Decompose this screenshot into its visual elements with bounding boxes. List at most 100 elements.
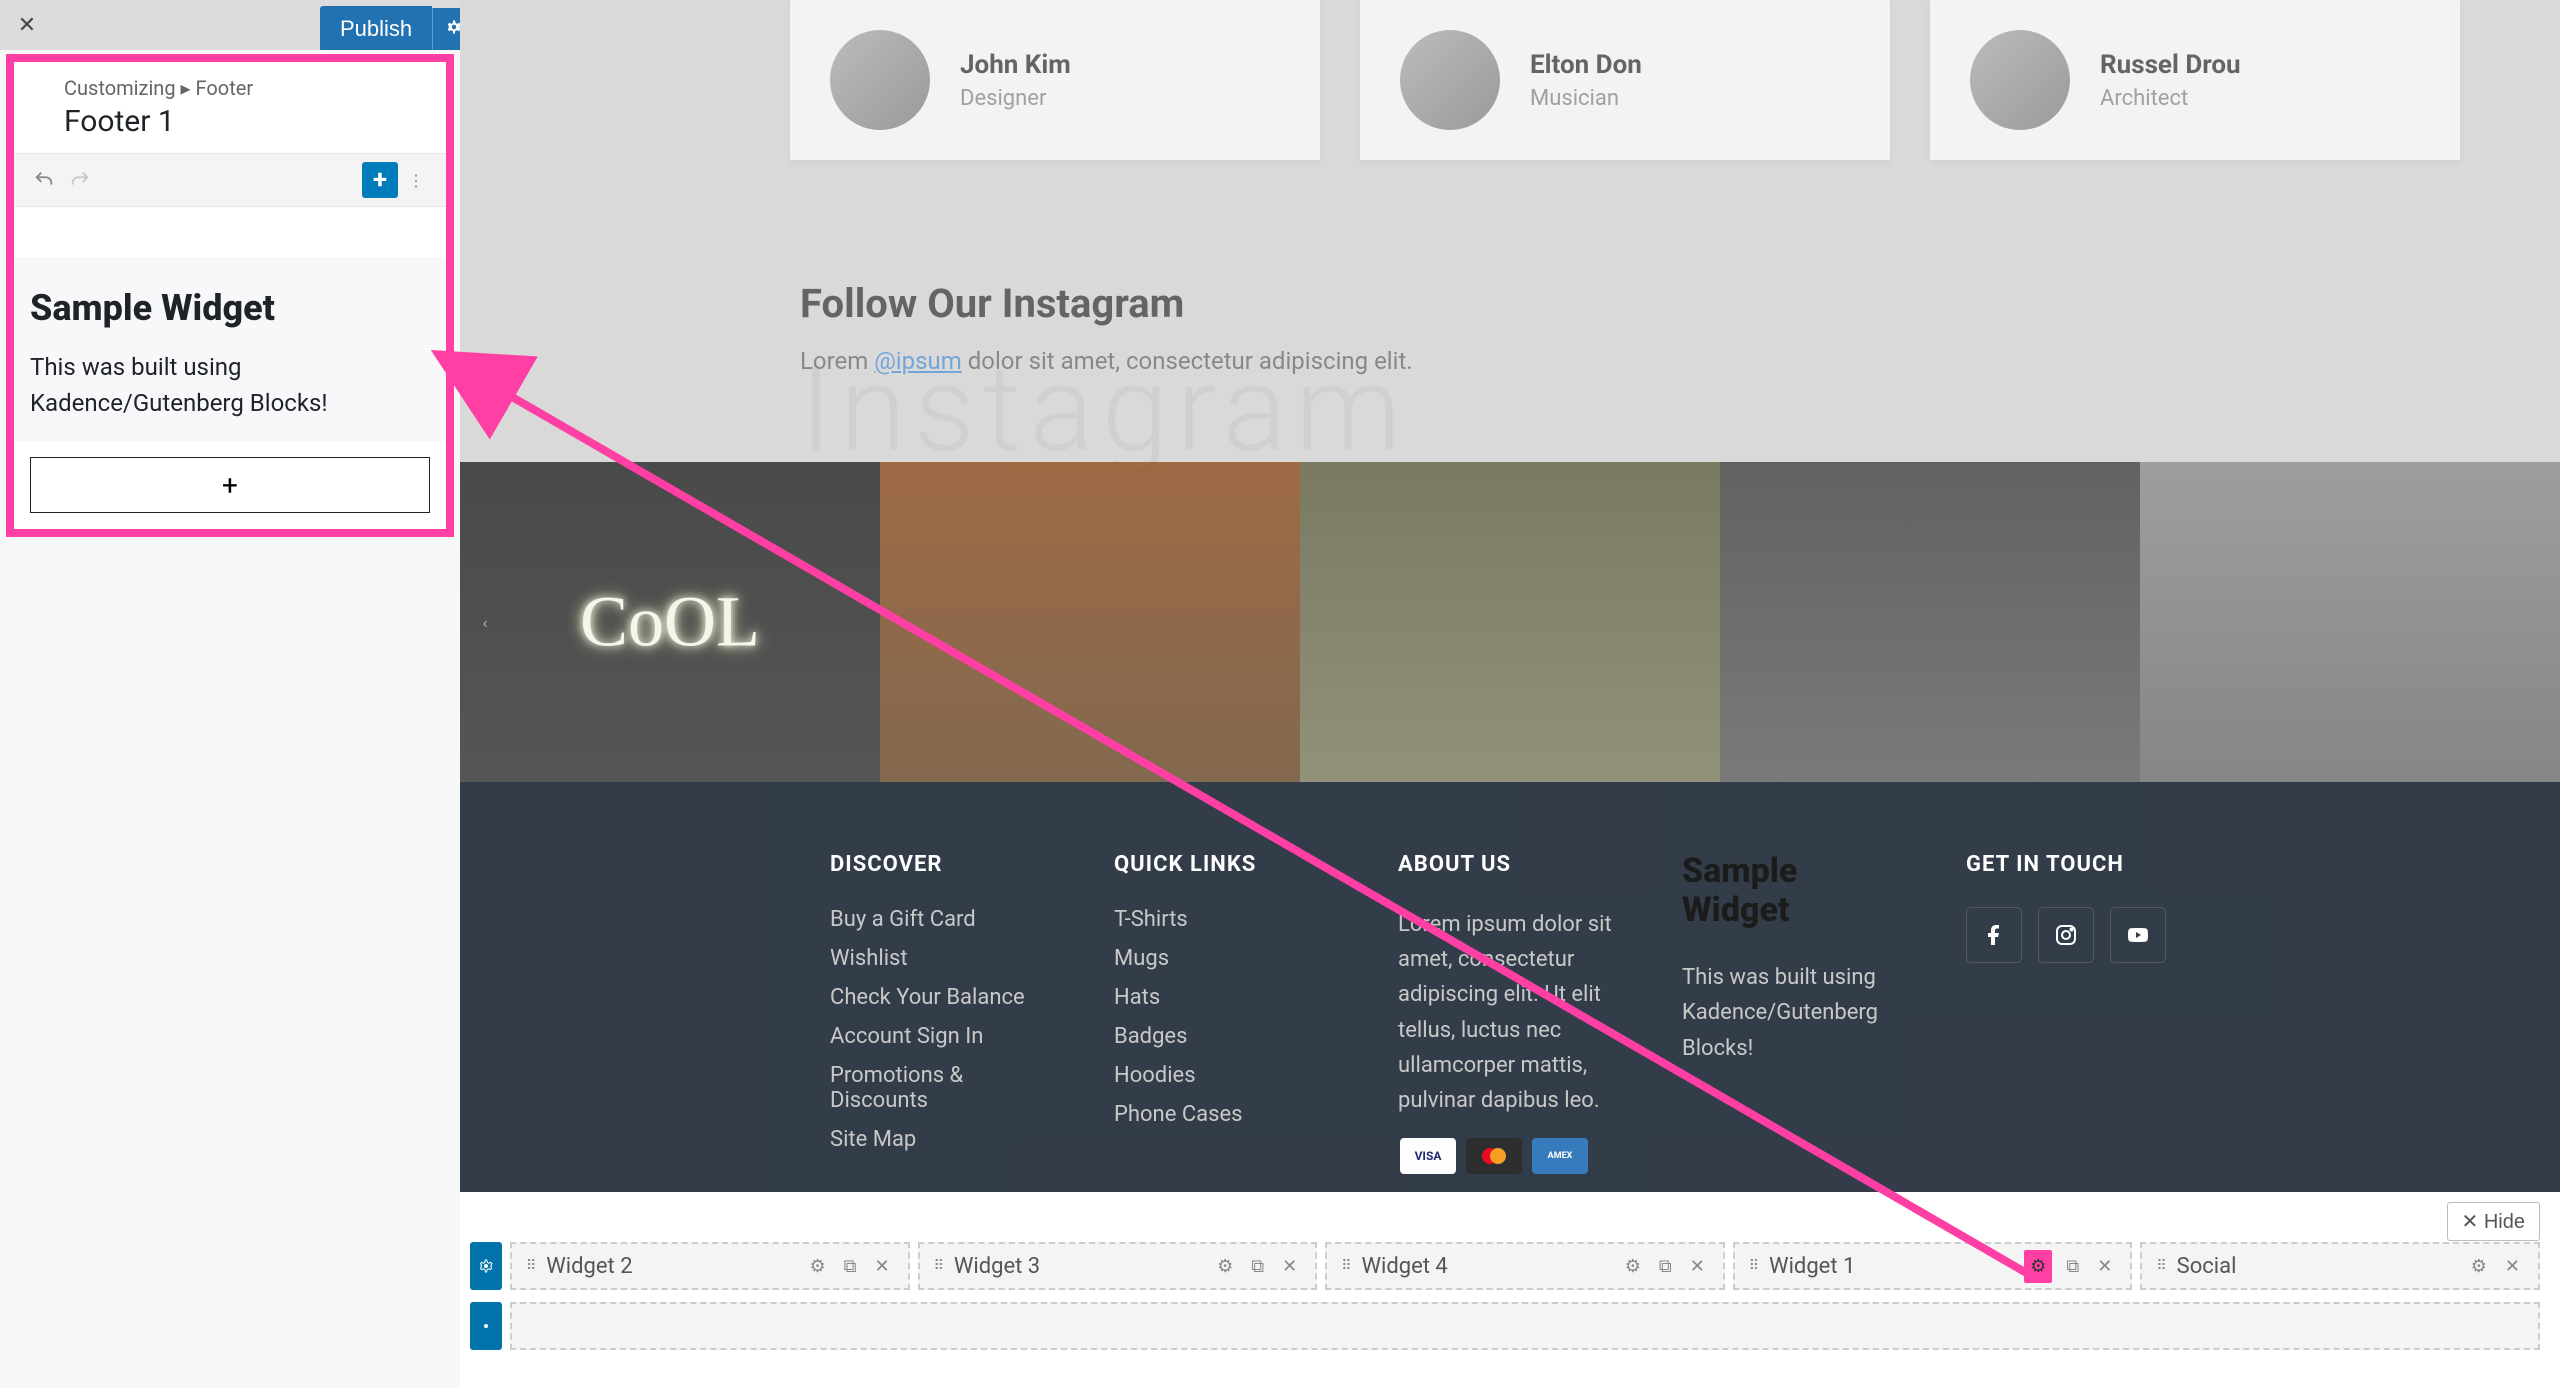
add-block-button[interactable]: + [362, 162, 398, 198]
carousel-prev-button[interactable]: ‹ [470, 607, 500, 637]
widget-body-text[interactable]: This was built using Kadence/Gutenberg B… [30, 349, 430, 421]
widget-remove-icon[interactable]: ✕ [2501, 1256, 2524, 1277]
youtube-icon[interactable] [2110, 907, 2166, 963]
footer-link[interactable]: Promotions & Discounts [830, 1063, 1054, 1113]
widget-slot[interactable]: ⠿ Social ⚙ ✕ [2140, 1242, 2540, 1290]
widget-heading[interactable]: Sample Widget [30, 287, 430, 329]
widget-slot-active[interactable]: ⠿ Widget 1 ⚙ ⧉ ✕ [1733, 1242, 2133, 1290]
footer-about-col: ABOUT US Lorem ipsum dolor sit amet, con… [1398, 852, 1622, 1152]
image-overlay-text: CoOL [580, 581, 760, 664]
footer-link[interactable]: T-Shirts [1114, 907, 1338, 932]
team-role: Designer [960, 86, 1071, 111]
footer-link[interactable]: Hats [1114, 985, 1338, 1010]
widget-settings-icon-highlighted[interactable]: ⚙ [2024, 1250, 2052, 1283]
drag-handle-icon[interactable]: ⠿ [1341, 1258, 1351, 1274]
widget-duplicate-icon[interactable]: ⧉ [1655, 1256, 1676, 1277]
widget-slot[interactable]: ⠿ Widget 4 ⚙ ⧉ ✕ [1325, 1242, 1725, 1290]
footer-col-title: QUICK LINKS [1114, 852, 1338, 877]
widget-label: Widget 4 [1361, 1254, 1610, 1279]
instagram-section: Follow Our Instagram Lorem @ipsum dolor … [800, 280, 2460, 375]
builder-row-2 [470, 1302, 2540, 1350]
widget-remove-icon[interactable]: ✕ [1278, 1256, 1301, 1277]
instagram-image[interactable] [880, 462, 1300, 782]
customizer-sidebar: Customizing ▸ Footer Footer 1 + ⋮ Sample… [0, 50, 460, 1388]
redo-button[interactable] [62, 162, 98, 198]
amex-badge: AMEX [1532, 1138, 1588, 1174]
footer-link[interactable]: Buy a Gift Card [830, 907, 1054, 932]
instagram-image[interactable] [2140, 462, 2560, 782]
team-name: John Kim [960, 50, 1071, 80]
drag-handle-icon[interactable]: ⠿ [1749, 1258, 1759, 1274]
widget-settings-icon[interactable]: ⚙ [2467, 1256, 2491, 1277]
builder-row-1: ⠿ Widget 2 ⚙ ⧉ ✕ ⠿ Widget 3 ⚙ ⧉ ✕ ⠿ Widg… [470, 1242, 2540, 1290]
sample-widget-text: This was built using Kadence/Gutenberg B… [1682, 960, 1906, 1066]
footer-about-text: Lorem ipsum dolor sit amet, consectetur … [1398, 907, 1622, 1118]
instagram-text: Lorem @ipsum dolor sit amet, consectetur… [800, 347, 2460, 375]
footer-link[interactable]: Phone Cases [1114, 1102, 1338, 1127]
footer-link[interactable]: Wishlist [830, 946, 1054, 971]
widget-settings-icon[interactable]: ⚙ [806, 1256, 830, 1277]
footer-link[interactable]: Mugs [1114, 946, 1338, 971]
team-card: Elton Don Musician [1360, 0, 1890, 160]
row-settings-handle[interactable] [470, 1242, 502, 1290]
team-name: Russel Drou [2100, 50, 2241, 80]
drag-handle-icon[interactable]: ⠿ [934, 1258, 944, 1274]
footer-col-title: ABOUT US [1398, 852, 1622, 877]
breadcrumb: Customizing ▸ Footer [64, 76, 426, 100]
append-block-button[interactable]: + [30, 457, 430, 513]
instagram-icon[interactable] [2038, 907, 2094, 963]
facebook-icon[interactable] [1966, 907, 2022, 963]
team-role: Musician [1530, 86, 1642, 111]
footer-col-title: GET IN TOUCH [1966, 852, 2190, 877]
instagram-image[interactable] [1300, 462, 1720, 782]
widget-slot[interactable]: ⠿ Widget 3 ⚙ ⧉ ✕ [918, 1242, 1318, 1290]
team-card: Russel Drou Architect [1930, 0, 2460, 160]
team-role: Architect [2100, 86, 2241, 111]
drag-handle-icon[interactable]: ⠿ [2156, 1258, 2166, 1274]
widget-settings-icon[interactable]: ⚙ [1213, 1256, 1237, 1277]
visa-badge: VISA [1400, 1138, 1456, 1174]
instagram-image[interactable]: ‹ CoOL [460, 462, 880, 782]
footer-quicklinks-col: QUICK LINKS T-Shirts Mugs Hats Badges Ho… [1114, 852, 1338, 1152]
site-footer: DISCOVER Buy a Gift Card Wishlist Check … [460, 782, 2560, 1192]
instagram-image-strip: ‹ CoOL [460, 462, 2560, 782]
team-card: John Kim Designer [790, 0, 1320, 160]
empty-widget-slot[interactable] [510, 1302, 2540, 1350]
sample-widget-title: Sample Widget [1682, 852, 1906, 930]
avatar [1400, 30, 1500, 130]
instagram-image[interactable] [1720, 462, 2140, 782]
widget-label: Widget 3 [954, 1254, 1203, 1279]
widget-settings-icon[interactable]: ⚙ [1621, 1256, 1645, 1277]
widget-remove-icon[interactable]: ✕ [871, 1256, 894, 1277]
widget-duplicate-icon[interactable]: ⧉ [840, 1256, 861, 1277]
panel-title: Footer 1 [64, 104, 426, 139]
hide-builder-button[interactable]: ✕ Hide [2447, 1202, 2540, 1241]
publish-button[interactable]: Publish [320, 6, 432, 52]
avatar [830, 30, 930, 130]
instagram-heading: Follow Our Instagram [800, 280, 2460, 327]
avatar [1970, 30, 2070, 130]
instagram-handle-link[interactable]: @ipsum [874, 347, 962, 375]
team-name: Elton Don [1530, 50, 1642, 80]
footer-col-title: DISCOVER [830, 852, 1054, 877]
close-customizer-button[interactable]: ✕ [0, 0, 54, 50]
widget-content-area[interactable]: Sample Widget This was built using Kaden… [14, 257, 446, 441]
footer-link[interactable]: Site Map [830, 1127, 1054, 1152]
footer-link[interactable]: Badges [1114, 1024, 1338, 1049]
footer-link[interactable]: Account Sign In [830, 1024, 1054, 1049]
widget-label: Social [2177, 1254, 2457, 1279]
undo-button[interactable] [26, 162, 62, 198]
drag-handle-icon[interactable]: ⠿ [526, 1258, 536, 1274]
footer-link[interactable]: Check Your Balance [830, 985, 1054, 1010]
row-settings-handle[interactable] [470, 1302, 502, 1350]
footer-discover-col: DISCOVER Buy a Gift Card Wishlist Check … [830, 852, 1054, 1152]
widget-duplicate-icon[interactable]: ⧉ [2062, 1256, 2083, 1277]
widget-remove-icon[interactable]: ✕ [1686, 1256, 1709, 1277]
team-cards-row: John Kim Designer Elton Don Musician Rus… [790, 0, 2460, 160]
preview-pane: John Kim Designer Elton Don Musician Rus… [460, 0, 2560, 1388]
more-options-button[interactable]: ⋮ [398, 162, 434, 198]
widget-remove-icon[interactable]: ✕ [2093, 1256, 2116, 1277]
widget-duplicate-icon[interactable]: ⧉ [1247, 1256, 1268, 1277]
widget-slot[interactable]: ⠿ Widget 2 ⚙ ⧉ ✕ [510, 1242, 910, 1290]
footer-link[interactable]: Hoodies [1114, 1063, 1338, 1088]
